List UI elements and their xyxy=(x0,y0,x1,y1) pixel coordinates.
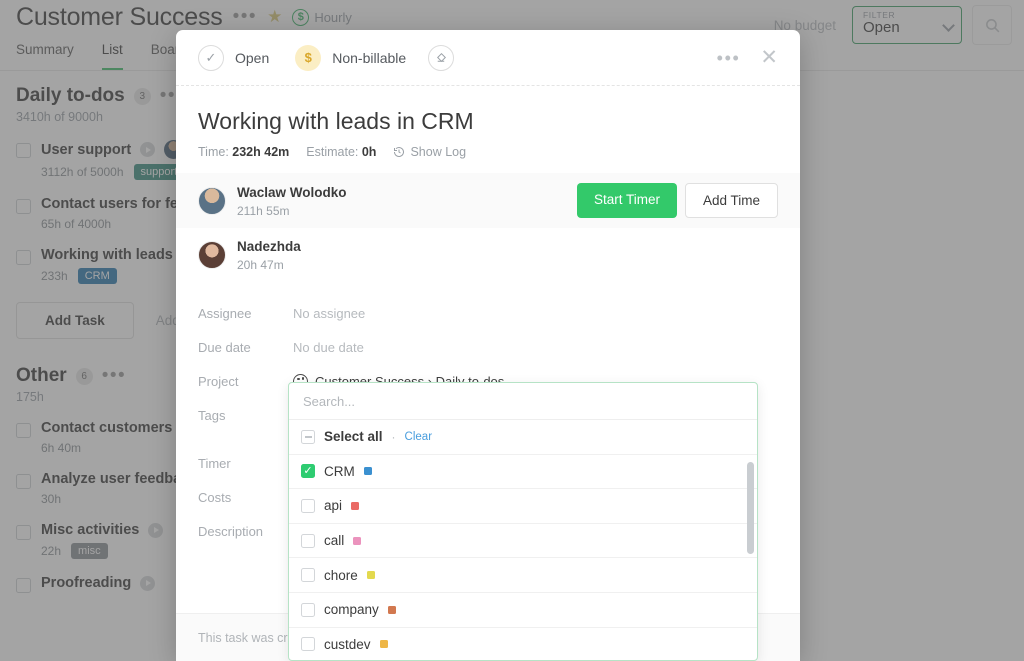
clear-button[interactable]: Clear xyxy=(405,431,432,443)
member-row: Waclaw Wolodko 211h 55m Start Timer Add … xyxy=(176,173,800,228)
tags-dropdown: Select all · Clear CRM api call chore co… xyxy=(288,382,758,661)
property-due-date[interactable]: Due date No due date xyxy=(176,330,800,364)
tag-color-swatch xyxy=(380,640,388,648)
property-label: Timer xyxy=(198,456,293,471)
status-control[interactable]: ✓ Open xyxy=(198,45,269,71)
tag-option-company[interactable]: company xyxy=(289,593,757,628)
tag-color-swatch xyxy=(351,502,359,510)
tag-option-custdev[interactable]: custdev xyxy=(289,628,757,661)
history-icon xyxy=(393,146,405,158)
tag-label: chore xyxy=(324,568,358,583)
tag-label: call xyxy=(324,533,344,548)
task-title-heading: Working with leads in CRM xyxy=(198,108,778,135)
property-label: Assignee xyxy=(198,306,293,321)
paint-bucket-glyph xyxy=(435,51,448,64)
creation-info-text: This task was cre xyxy=(198,631,295,645)
select-all-row[interactable]: Select all · Clear xyxy=(289,420,757,455)
check-circle-icon: ✓ xyxy=(198,45,224,71)
property-label: Tags xyxy=(198,408,293,423)
property-label: Project xyxy=(198,374,293,389)
modal-body: Working with leads in CRM Time: 232h 42m… xyxy=(176,108,800,159)
tag-checkbox[interactable] xyxy=(301,603,315,617)
tag-color-swatch xyxy=(367,571,375,579)
select-all-label: Select all xyxy=(324,429,383,444)
tag-checkbox[interactable] xyxy=(301,568,315,582)
member-row: Nadezhda 20h 47m xyxy=(176,228,800,282)
show-log-button[interactable]: Show Log xyxy=(393,145,466,159)
estimate-value: 0h xyxy=(362,145,377,159)
tag-options-list: Select all · Clear CRM api call chore co… xyxy=(289,420,757,661)
tag-search-input[interactable] xyxy=(301,393,745,410)
paint-bucket-icon[interactable] xyxy=(428,45,454,71)
property-label: Due date xyxy=(198,340,293,355)
billable-control[interactable]: $ Non-billable xyxy=(295,45,406,71)
dropdown-scrollbar-thumb[interactable] xyxy=(747,462,754,554)
property-assignee[interactable]: Assignee No assignee xyxy=(176,296,800,330)
tag-label: company xyxy=(324,602,379,617)
member-name: Waclaw Wolodko xyxy=(237,185,347,200)
tag-checkbox[interactable] xyxy=(301,534,315,548)
tag-option-crm[interactable]: CRM xyxy=(289,455,757,490)
billable-label: Non-billable xyxy=(332,50,406,66)
select-all-checkbox[interactable] xyxy=(301,430,315,444)
member-time: 211h 55m xyxy=(237,204,347,218)
member-name: Nadezhda xyxy=(237,239,301,254)
property-label: Description xyxy=(198,524,293,539)
show-log-label: Show Log xyxy=(410,145,466,159)
tag-search-row xyxy=(289,383,757,420)
tag-option-api[interactable]: api xyxy=(289,489,757,524)
tag-color-swatch xyxy=(388,606,396,614)
tag-label: custdev xyxy=(324,637,371,652)
status-label: Open xyxy=(235,50,269,66)
time-label: Time: xyxy=(198,145,229,159)
member-time: 20h 47m xyxy=(237,258,301,272)
task-time-summary: Time: 232h 42m Estimate: 0h Show Log xyxy=(198,145,778,159)
avatar xyxy=(198,241,226,269)
tag-label: CRM xyxy=(324,464,355,479)
estimate-label: Estimate: xyxy=(306,145,358,159)
tag-checkbox[interactable] xyxy=(301,499,315,513)
separator: · xyxy=(392,430,396,444)
property-label: Costs xyxy=(198,490,293,505)
dollar-icon: $ xyxy=(295,45,321,71)
property-value: No due date xyxy=(293,340,364,355)
tag-checkbox[interactable] xyxy=(301,464,315,478)
add-time-button[interactable]: Add Time xyxy=(685,183,778,218)
start-timer-button[interactable]: Start Timer xyxy=(577,183,677,218)
tag-color-swatch xyxy=(353,537,361,545)
ellipsis-icon[interactable]: ••• xyxy=(717,54,741,62)
tag-label: api xyxy=(324,498,342,513)
tag-color-swatch xyxy=(364,467,372,475)
avatar xyxy=(198,187,226,215)
tag-option-call[interactable]: call xyxy=(289,524,757,559)
property-value: No assignee xyxy=(293,306,365,321)
tag-checkbox[interactable] xyxy=(301,637,315,651)
tag-option-chore[interactable]: chore xyxy=(289,558,757,593)
modal-toolbar: ✓ Open $ Non-billable ••• ✕ xyxy=(176,30,800,86)
close-icon[interactable]: ✕ xyxy=(760,49,778,67)
time-value: 232h 42m xyxy=(232,145,289,159)
